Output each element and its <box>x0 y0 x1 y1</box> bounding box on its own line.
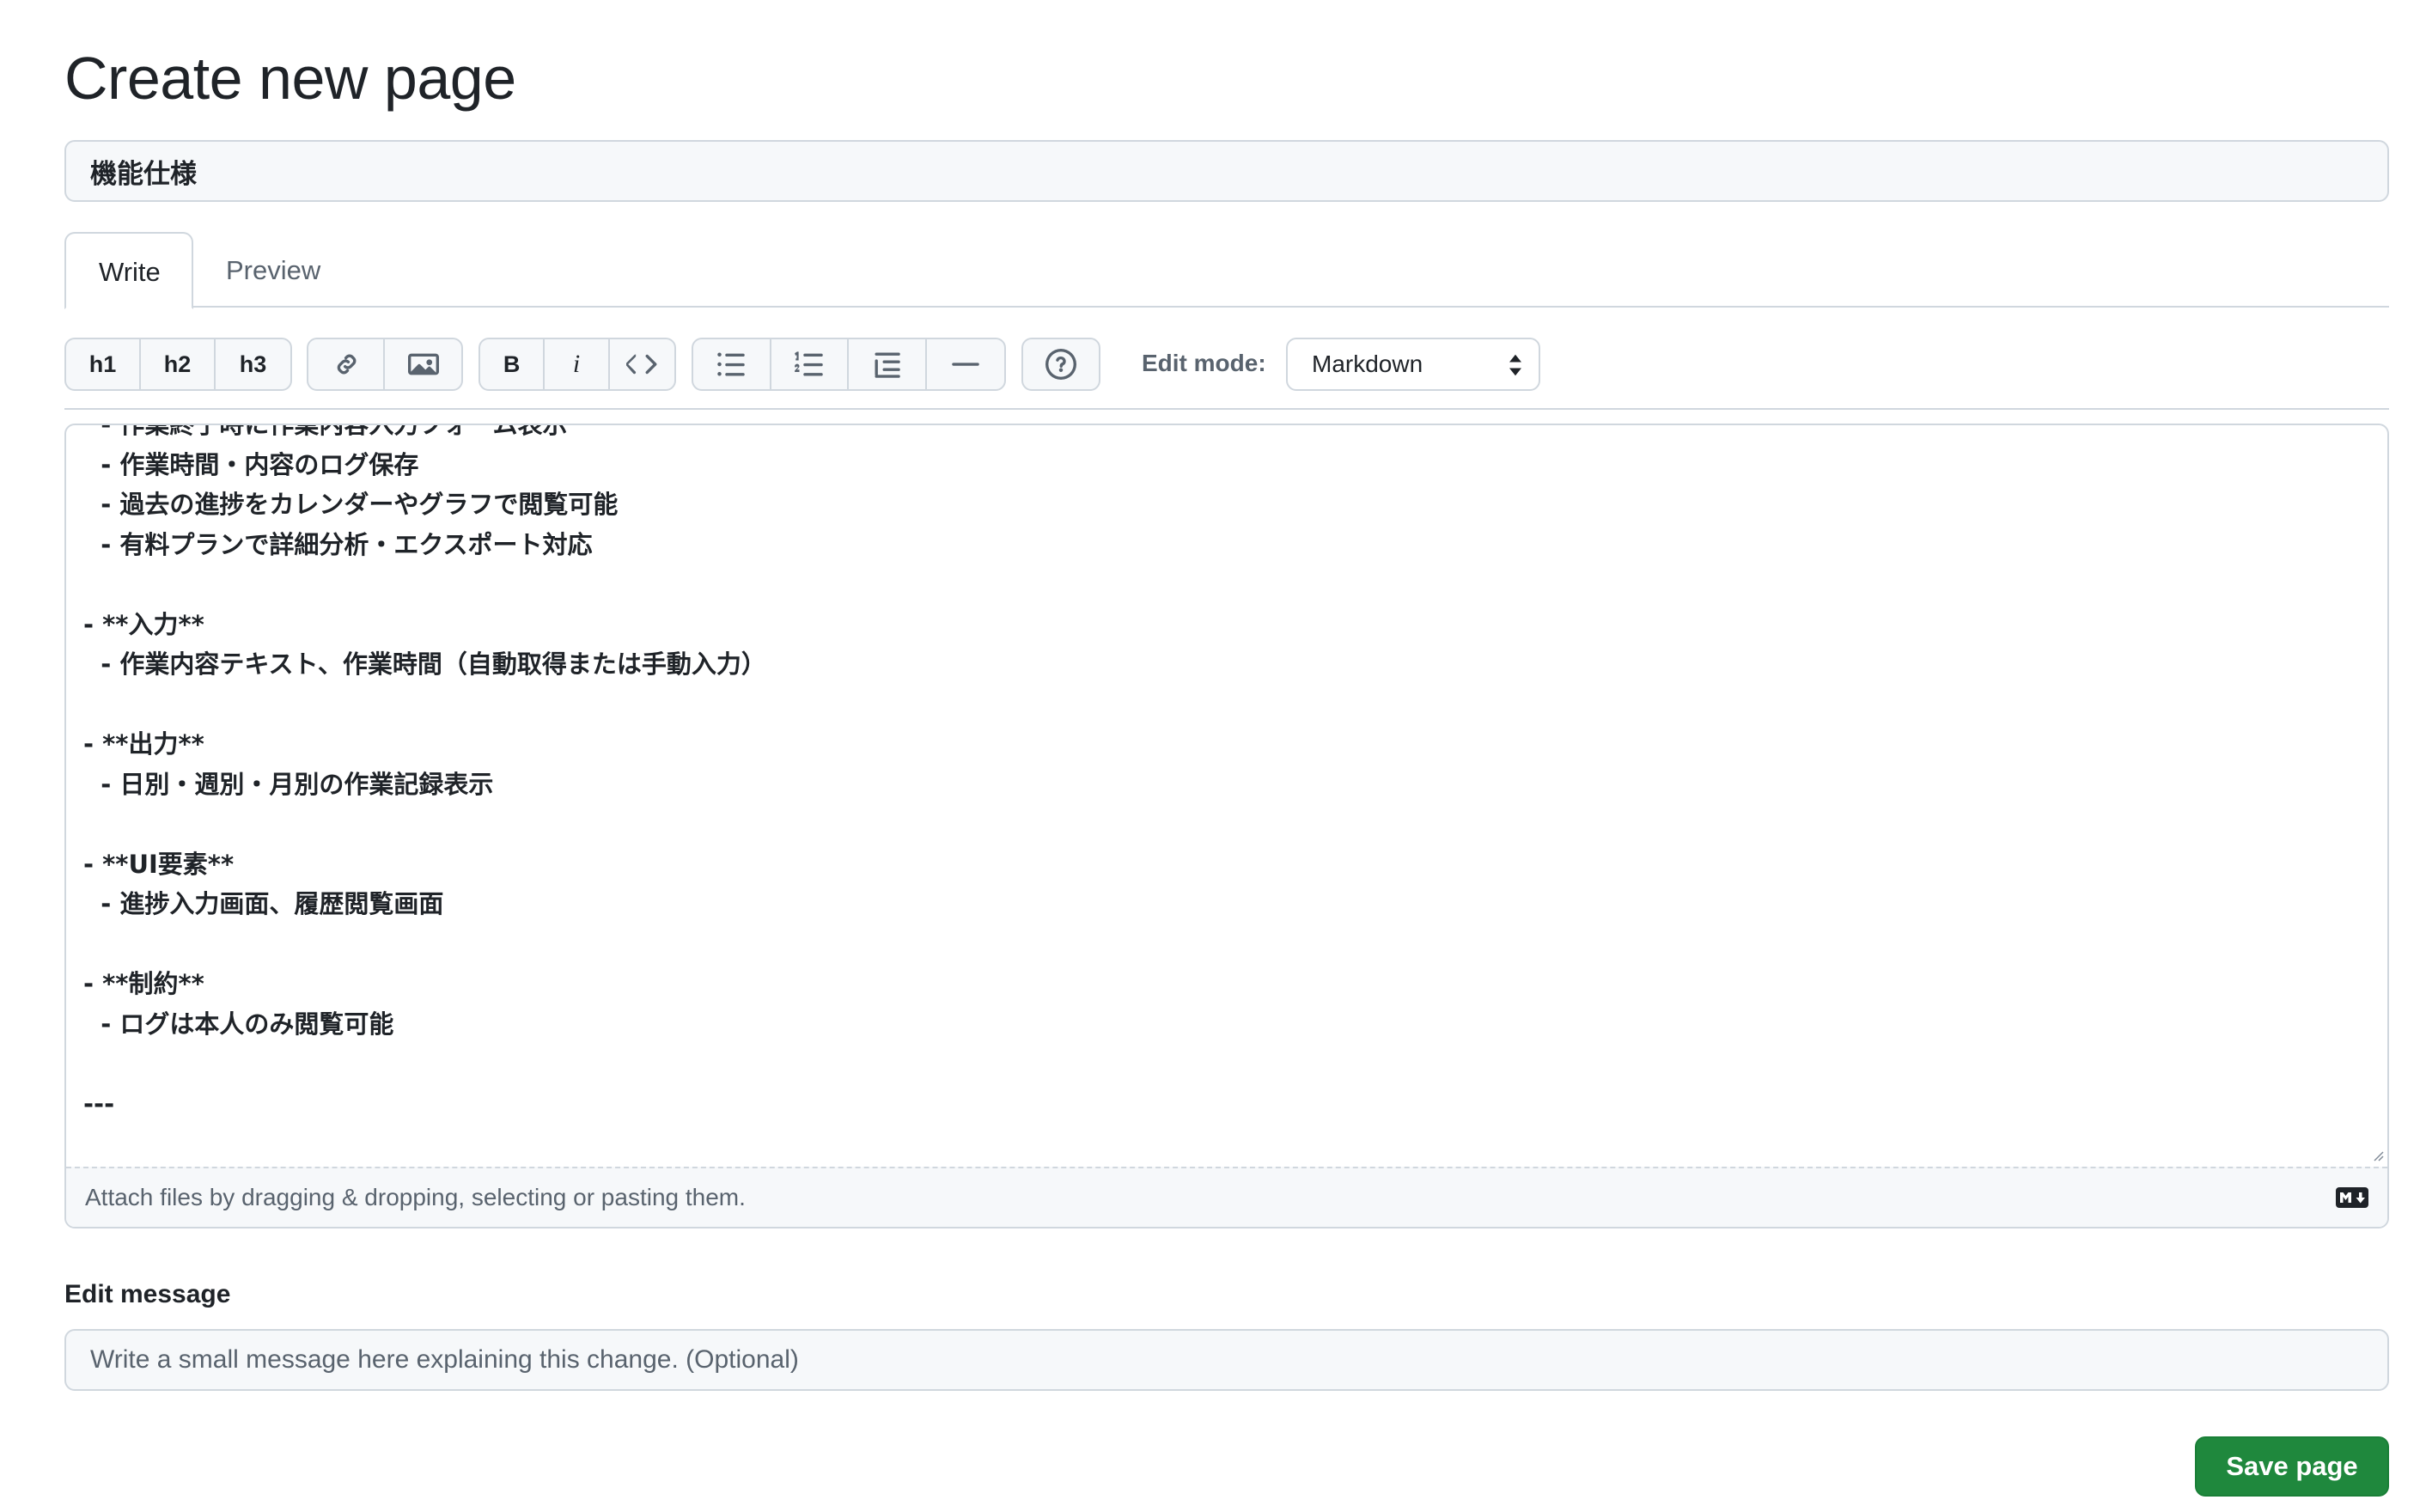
editor-line: - **UI要素** <box>83 849 235 879</box>
list-buttons <box>692 338 1006 391</box>
image-icon <box>407 353 439 375</box>
link-icon <box>337 354 356 375</box>
editor-line: - 作業時間・内容のログ保存 <box>83 449 419 479</box>
select-updown-icon <box>1509 354 1521 376</box>
task-list-button[interactable] <box>849 339 927 389</box>
edit-mode-select[interactable]: Markdown <box>1286 338 1540 391</box>
edit-message-label: Edit message <box>64 1280 231 1308</box>
edit-mode-label: Edit mode: <box>1142 350 1266 376</box>
help-button[interactable] <box>1023 339 1099 389</box>
editor-line: - **出力** <box>83 729 204 759</box>
attach-files-bar[interactable]: Attach files by dragging & dropping, sel… <box>66 1167 2387 1227</box>
editor-tabs: Write Preview <box>64 232 2389 309</box>
attach-files-text: Attach files by dragging & dropping, sel… <box>85 1184 746 1210</box>
unordered-list-button[interactable] <box>693 339 771 389</box>
h1-button[interactable]: h1 <box>66 339 141 389</box>
editor-line: - 有料プランで詳細分析・エクスポート対応 <box>83 529 593 559</box>
h3-button[interactable]: h3 <box>216 339 290 389</box>
resize-handle-icon[interactable] <box>2370 1148 2384 1161</box>
insert-buttons <box>307 338 463 391</box>
unordered-list-icon <box>717 352 745 376</box>
ordered-list-button[interactable] <box>771 339 849 389</box>
edit-mode-value: Markdown <box>1312 351 1423 377</box>
markdown-icon <box>2336 1187 2368 1208</box>
link-button[interactable] <box>308 339 386 389</box>
editor-line: --- <box>83 1088 115 1119</box>
help-buttons <box>1021 338 1100 391</box>
markdown-editor: - 作業終了時に作業内容入力フォーム表示 - 作業時間・内容のログ保存 - 過去… <box>64 424 2389 1228</box>
h2-button[interactable]: h2 <box>141 339 216 389</box>
indent-list-icon <box>875 352 900 378</box>
editor-line: - ログは本人のみ閲覧可能 <box>83 1009 394 1039</box>
image-button[interactable] <box>385 339 461 389</box>
editor-line: - 日別・週別・月別の作業記録表示 <box>83 769 494 799</box>
markdown-toolbar: h1 h2 h3 B i Edit mode: Markdown <box>64 338 2389 410</box>
editor-line: - **入力** <box>83 609 204 639</box>
tab-write[interactable]: Write <box>64 232 193 309</box>
editor-line: - 過去の進捗をカレンダーやグラフで閲覧可能 <box>83 490 619 519</box>
tab-preview[interactable]: Preview <box>193 232 353 309</box>
editor-line: - 作業終了時に作業内容入力フォーム表示 <box>83 425 567 444</box>
editor-line: - **制約** <box>83 969 204 998</box>
heading-buttons: h1 h2 h3 <box>64 338 292 391</box>
format-buttons: B i <box>478 338 676 391</box>
editor-line: - 作業内容テキスト、作業時間（自動取得または手動入力） <box>83 649 766 679</box>
ordered-list-icon <box>794 351 823 376</box>
horizontal-rule-button[interactable] <box>927 339 1004 389</box>
help-icon <box>1045 349 1076 380</box>
page-title-input[interactable] <box>64 140 2389 202</box>
page-title: Create new page <box>64 45 516 112</box>
editor-line: - 進捗入力画面、履歴閲覧画面 <box>83 889 444 918</box>
content-textarea[interactable]: - 作業終了時に作業内容入力フォーム表示 - 作業時間・内容のログ保存 - 過去… <box>66 425 2387 1169</box>
save-page-button[interactable]: Save page <box>2195 1436 2389 1497</box>
bold-button[interactable]: B <box>480 339 546 389</box>
horizontal-rule-icon <box>951 363 979 366</box>
edit-message-input[interactable] <box>64 1329 2389 1391</box>
code-icon <box>626 354 657 375</box>
code-button[interactable] <box>610 339 674 389</box>
italic-button[interactable]: i <box>545 339 610 389</box>
